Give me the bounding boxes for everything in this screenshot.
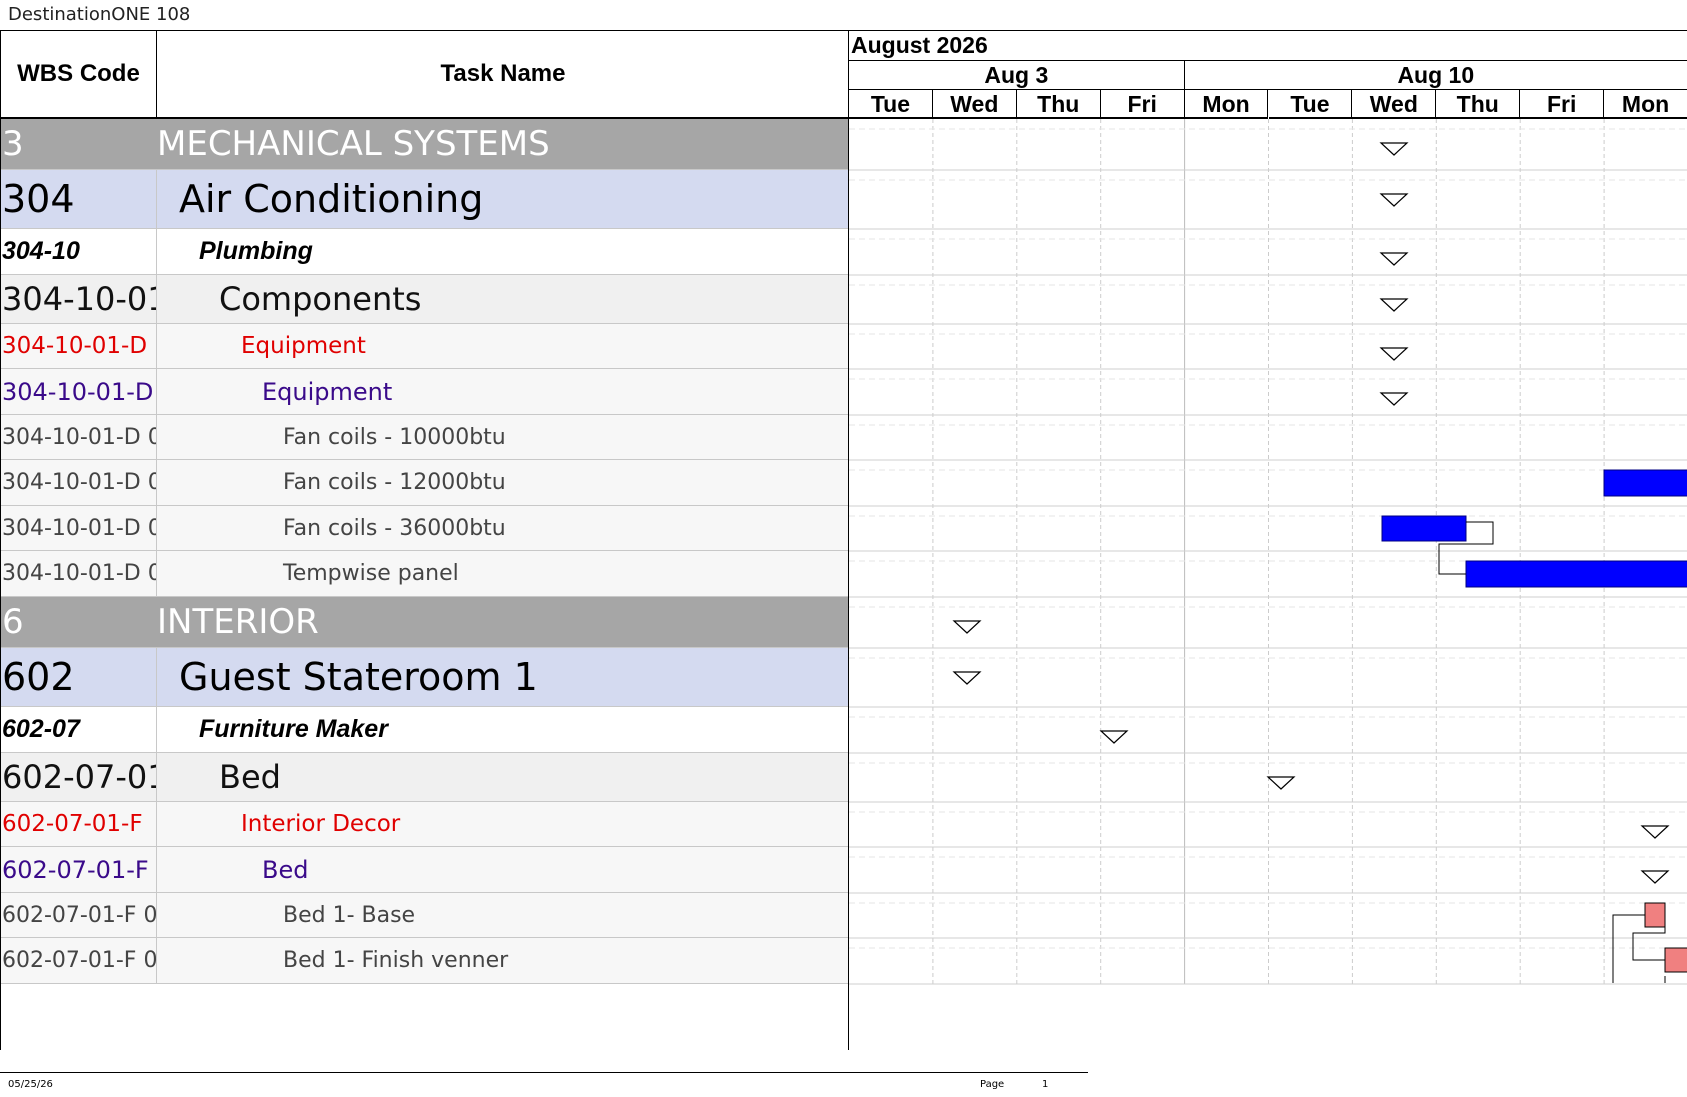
task-name-cell[interactable]: Bed 1- Base — [157, 893, 849, 937]
wbs-code-cell[interactable]: 602 — [1, 648, 157, 706]
wbs-code-cell[interactable]: 304-10-01 — [1, 275, 157, 323]
wbs-code-cell[interactable]: 304-10-01-D 0 — [1, 506, 157, 550]
timeline-day-header: Wed — [932, 90, 1017, 119]
task-name-cell[interactable]: Bed — [157, 847, 849, 892]
wbs-code-cell[interactable]: 602-07-01-F — [1, 847, 157, 892]
task-row[interactable]: 602 Guest Stateroom 1 — [1, 648, 849, 707]
gantt-canvas[interactable] — [849, 119, 1687, 1051]
milestone-marker — [1379, 392, 1409, 406]
milestone-marker — [1640, 825, 1670, 839]
wbs-code-cell[interactable]: 602-07-01-F 0 — [1, 938, 157, 983]
task-row[interactable]: 304 Air Conditioning — [1, 170, 849, 229]
milestone-marker — [952, 671, 982, 685]
task-row[interactable]: 602-07-01-F 0 Bed 1- Finish venner — [1, 938, 849, 984]
footer-divider — [0, 1072, 1088, 1073]
wbs-code-cell[interactable]: 3 — [1, 119, 157, 169]
task-row[interactable]: 602-07-01 Bed — [1, 753, 849, 802]
task-name-cell[interactable]: INTERIOR — [157, 597, 849, 647]
timeline-day-header: Mon — [1184, 90, 1269, 119]
footer-page-label: Page — [980, 1079, 1005, 1090]
column-header-wbs[interactable]: WBS Code — [1, 31, 157, 119]
task-name-cell[interactable]: Bed 1- Finish venner — [157, 938, 849, 983]
timeline-day-header: Tue — [849, 90, 933, 119]
wbs-code-cell[interactable]: 304-10-01-D 0 — [1, 415, 157, 459]
footer-page-number: 1 — [1042, 1079, 1049, 1090]
task-row[interactable]: 304-10-01 Components — [1, 275, 849, 324]
milestone-marker — [1379, 142, 1409, 156]
wbs-code-cell[interactable]: 602-07-01-F 0 — [1, 893, 157, 937]
milestone-marker — [952, 620, 982, 634]
timeline-week-header: Aug 3 — [849, 61, 1185, 90]
milestone-marker — [1379, 347, 1409, 361]
timeline-week-header: Aug 10 — [1184, 61, 1687, 90]
task-name-cell[interactable]: Interior Decor — [157, 802, 849, 846]
task-row[interactable]: 602-07-01-F Bed — [1, 847, 849, 893]
milestone-marker — [1640, 870, 1670, 884]
task-table: WBS Code Task Name 3 MECHANICAL SYSTEMS 30… — [0, 30, 849, 1050]
schedule-grid: WBS Code Task Name 3 MECHANICAL SYSTEMS 30… — [0, 30, 1687, 1050]
timeline-day-header: Fri — [1520, 90, 1605, 119]
task-row[interactable]: 304-10-01-D 0 Fan coils - 10000btu — [1, 415, 849, 460]
task-name-cell[interactable]: Tempwise panel — [157, 551, 849, 596]
timeline-day-header: Tue — [1268, 90, 1353, 119]
gantt-chart: August 2026 Aug 3 Aug 10 Tue Wed Thu Fri Mon T… — [848, 30, 1687, 1050]
task-name-cell[interactable]: Fan coils - 36000btu — [157, 506, 849, 550]
task-name-cell[interactable]: Guest Stateroom 1 — [157, 648, 849, 706]
task-name-cell[interactable]: Equipment — [157, 369, 849, 414]
timeline-day-header: Wed — [1352, 90, 1437, 119]
task-row[interactable]: 304-10-01-D Equipment — [1, 369, 849, 415]
task-name-cell[interactable]: Air Conditioning — [157, 170, 849, 228]
milestone-marker — [1379, 298, 1409, 312]
task-row[interactable]: 304-10-01-D Equipment — [1, 324, 849, 369]
app-title: DestinationONE 108 — [8, 4, 191, 25]
wbs-code-cell[interactable]: 304 — [1, 170, 157, 228]
wbs-code-cell[interactable]: 304-10-01-D 0 — [1, 460, 157, 505]
task-row[interactable]: 602-07-01-F Interior Decor — [1, 802, 849, 847]
timeline-month: August 2026 — [849, 31, 1687, 61]
milestone-marker — [1099, 730, 1129, 744]
footer-date: 05/25/26 — [8, 1079, 53, 1090]
milestone-marker — [1266, 776, 1296, 790]
task-row[interactable]: 304-10-01-D 0 Fan coils - 36000btu — [1, 506, 849, 551]
wbs-code-cell[interactable]: 602-07-01-F — [1, 802, 157, 846]
task-row[interactable]: 304-10-01-D 0 Fan coils - 12000btu — [1, 460, 849, 506]
task-row[interactable]: 304-10 Plumbing — [1, 229, 849, 275]
dependency-link — [1632, 927, 1666, 961]
wbs-code-cell[interactable]: 304-10 — [1, 229, 157, 274]
dependency-link — [1612, 914, 1645, 983]
column-header-task[interactable]: Task Name — [157, 31, 849, 119]
task-row[interactable]: 3 MECHANICAL SYSTEMS — [1, 119, 849, 170]
wbs-code-cell[interactable]: 602-07 — [1, 707, 157, 752]
task-name-cell[interactable]: Bed — [157, 753, 849, 801]
wbs-code-cell[interactable]: 304-10-01-D — [1, 369, 157, 414]
milestone-marker — [1379, 252, 1409, 266]
timeline-day-header: Mon — [1604, 90, 1687, 119]
task-row[interactable]: 6 INTERIOR — [1, 597, 849, 648]
timeline-day-header: Thu — [1436, 90, 1521, 119]
task-bar — [1603, 469, 1687, 497]
wbs-code-cell[interactable]: 304-10-01-D — [1, 324, 157, 368]
task-bar — [1664, 947, 1687, 973]
task-name-cell[interactable]: Plumbing — [157, 229, 849, 274]
task-row[interactable]: 304-10-01-D 0 Tempwise panel — [1, 551, 849, 597]
task-bar — [1381, 515, 1467, 542]
task-name-cell[interactable]: MECHANICAL SYSTEMS — [157, 119, 849, 169]
task-bar — [1644, 902, 1666, 928]
timeline-day-header: Thu — [1016, 90, 1101, 119]
milestone-marker — [1379, 193, 1409, 207]
task-name-cell[interactable]: Fan coils - 12000btu — [157, 460, 849, 505]
task-name-cell[interactable]: Equipment — [157, 324, 849, 368]
timeline-day-header: Fri — [1100, 90, 1185, 119]
task-name-cell[interactable]: Fan coils - 10000btu — [157, 415, 849, 459]
task-bar — [1465, 560, 1687, 588]
wbs-code-cell[interactable]: 602-07-01 — [1, 753, 157, 801]
task-row[interactable]: 602-07 Furniture Maker — [1, 707, 849, 753]
task-name-cell[interactable]: Components — [157, 275, 849, 323]
wbs-code-cell[interactable]: 304-10-01-D 0 — [1, 551, 157, 596]
task-row[interactable]: 602-07-01-F 0 Bed 1- Base — [1, 893, 849, 938]
wbs-code-cell[interactable]: 6 — [1, 597, 157, 647]
task-name-cell[interactable]: Furniture Maker — [157, 707, 849, 752]
